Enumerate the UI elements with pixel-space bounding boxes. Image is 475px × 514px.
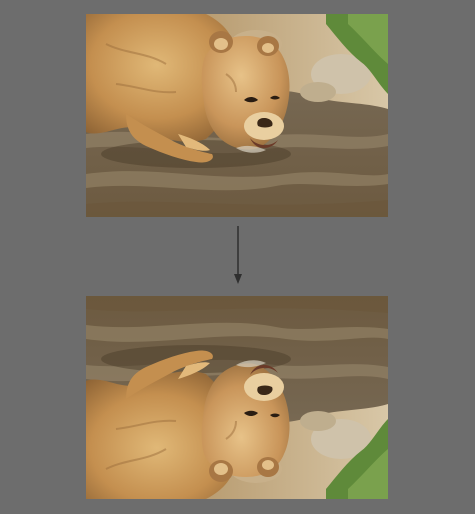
down-arrow-icon [231,226,245,286]
lion-cub-photo-flipped [86,296,388,499]
flipped-photo [86,296,388,499]
original-photo [86,14,388,217]
lion-cub-photo [86,14,388,217]
